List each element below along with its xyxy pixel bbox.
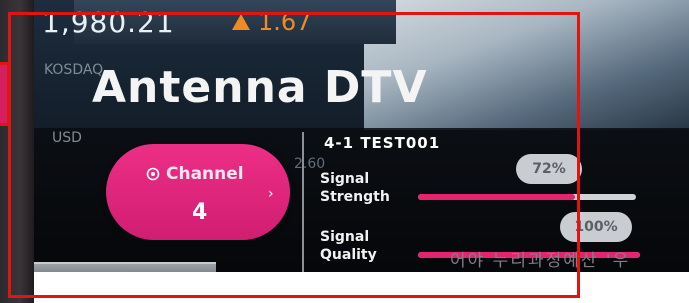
tv-photo: 1,980.21 1.67 KOSDAQ USD 2.60 Antenna DT… — [0, 0, 689, 303]
annotation-rectangle — [8, 12, 580, 298]
annotation-bracket — [0, 62, 10, 126]
